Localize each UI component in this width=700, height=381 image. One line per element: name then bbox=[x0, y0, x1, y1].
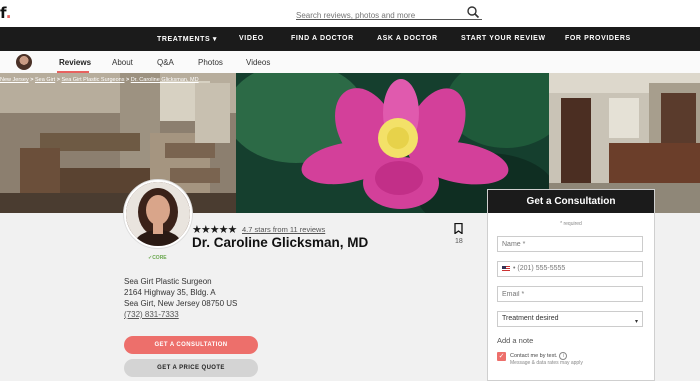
nav-start-your-review[interactable]: START YOUR REVIEW bbox=[461, 35, 546, 42]
bookmark-count: 18 bbox=[455, 238, 463, 245]
main-nav: TREATMENTS ▾ VIDEO FIND A DOCTOR ASK A D… bbox=[0, 27, 700, 51]
tab-reviews[interactable]: Reviews bbox=[59, 58, 91, 67]
required-note: * required bbox=[560, 221, 582, 227]
nav-video[interactable]: VIDEO bbox=[239, 35, 264, 42]
get-consultation-button[interactable]: GET A CONSULTATION bbox=[124, 336, 258, 354]
search-input[interactable] bbox=[296, 9, 461, 20]
top-bar: f. bbox=[0, 0, 700, 27]
doctor-avatar[interactable] bbox=[124, 180, 192, 248]
form-title: Get a Consultation bbox=[488, 190, 654, 213]
treatment-select[interactable]: Treatment desired ▾ bbox=[497, 311, 643, 327]
info-icon[interactable]: i bbox=[559, 352, 568, 360]
practice-name: Sea Girt Plastic Surgeon bbox=[124, 277, 212, 286]
reviews-link[interactable]: 4.7 stars from 11 reviews bbox=[242, 225, 325, 234]
breadcrumb-doctor[interactable]: Dr. Caroline Glicksman, MD bbox=[131, 77, 199, 83]
tab-videos[interactable]: Videos bbox=[246, 58, 270, 67]
core-badge: ✓CORE bbox=[148, 255, 167, 261]
profile-sub-nav: Reviews About Q&A Photos Videos bbox=[0, 51, 700, 74]
breadcrumb-new-jersey[interactable]: New Jersey bbox=[0, 77, 29, 83]
breadcrumb-sea-girt[interactable]: Sea Girt bbox=[35, 77, 55, 83]
bookmark-icon[interactable] bbox=[454, 223, 463, 234]
address-line-1: 2164 Highway 35, Bldg. A bbox=[124, 288, 216, 297]
avatar-small[interactable] bbox=[16, 54, 32, 70]
rates-disclaimer: Message & data rates may apply bbox=[510, 360, 583, 366]
contact-by-text-label: Contact me by text. i Message & data rate… bbox=[510, 352, 583, 366]
contact-by-text-checkbox[interactable]: ✓ bbox=[497, 352, 506, 361]
nav-find-a-doctor[interactable]: FIND A DOCTOR bbox=[291, 35, 354, 42]
phone-link[interactable]: (732) 831-7333 bbox=[124, 309, 237, 320]
address-line-2: Sea Girt, New Jersey 08750 US bbox=[124, 299, 238, 308]
name-field[interactable] bbox=[497, 236, 643, 252]
breadcrumb-sea-girt-plastic-surgeons[interactable]: Sea Girt Plastic Surgeons bbox=[61, 77, 124, 83]
nav-treatments[interactable]: TREATMENTS ▾ bbox=[157, 35, 217, 43]
doctor-name: Dr. Caroline Glicksman, MD bbox=[192, 235, 369, 250]
chevron-down-icon: ▾ bbox=[634, 319, 638, 325]
search-icon[interactable] bbox=[466, 5, 480, 19]
tab-photos[interactable]: Photos bbox=[198, 58, 223, 67]
tab-qa[interactable]: Q&A bbox=[157, 58, 174, 67]
add-note-link[interactable]: Add a note bbox=[497, 336, 533, 345]
office-waiting-room-photo[interactable] bbox=[0, 73, 236, 213]
us-flag-icon[interactable] bbox=[502, 266, 510, 272]
breadcrumb: New Jersey > Sea Girt > Sea Girt Plastic… bbox=[0, 77, 199, 83]
site-logo[interactable]: f. bbox=[0, 4, 11, 22]
tab-about[interactable]: About bbox=[112, 58, 133, 67]
nav-for-providers[interactable]: FOR PROVIDERS bbox=[565, 35, 631, 42]
phone-field[interactable]: • (201) 555-5555 bbox=[497, 261, 643, 277]
email-field[interactable] bbox=[497, 286, 643, 302]
practice-address: Sea Girt Plastic Surgeon 2164 Highway 35… bbox=[124, 276, 237, 320]
phone-placeholder: • (201) 555-5555 bbox=[513, 265, 566, 272]
get-price-quote-button[interactable]: GET A PRICE QUOTE bbox=[124, 359, 258, 377]
nav-ask-a-doctor[interactable]: ASK A DOCTOR bbox=[377, 35, 438, 42]
search-bar[interactable] bbox=[296, 5, 482, 20]
